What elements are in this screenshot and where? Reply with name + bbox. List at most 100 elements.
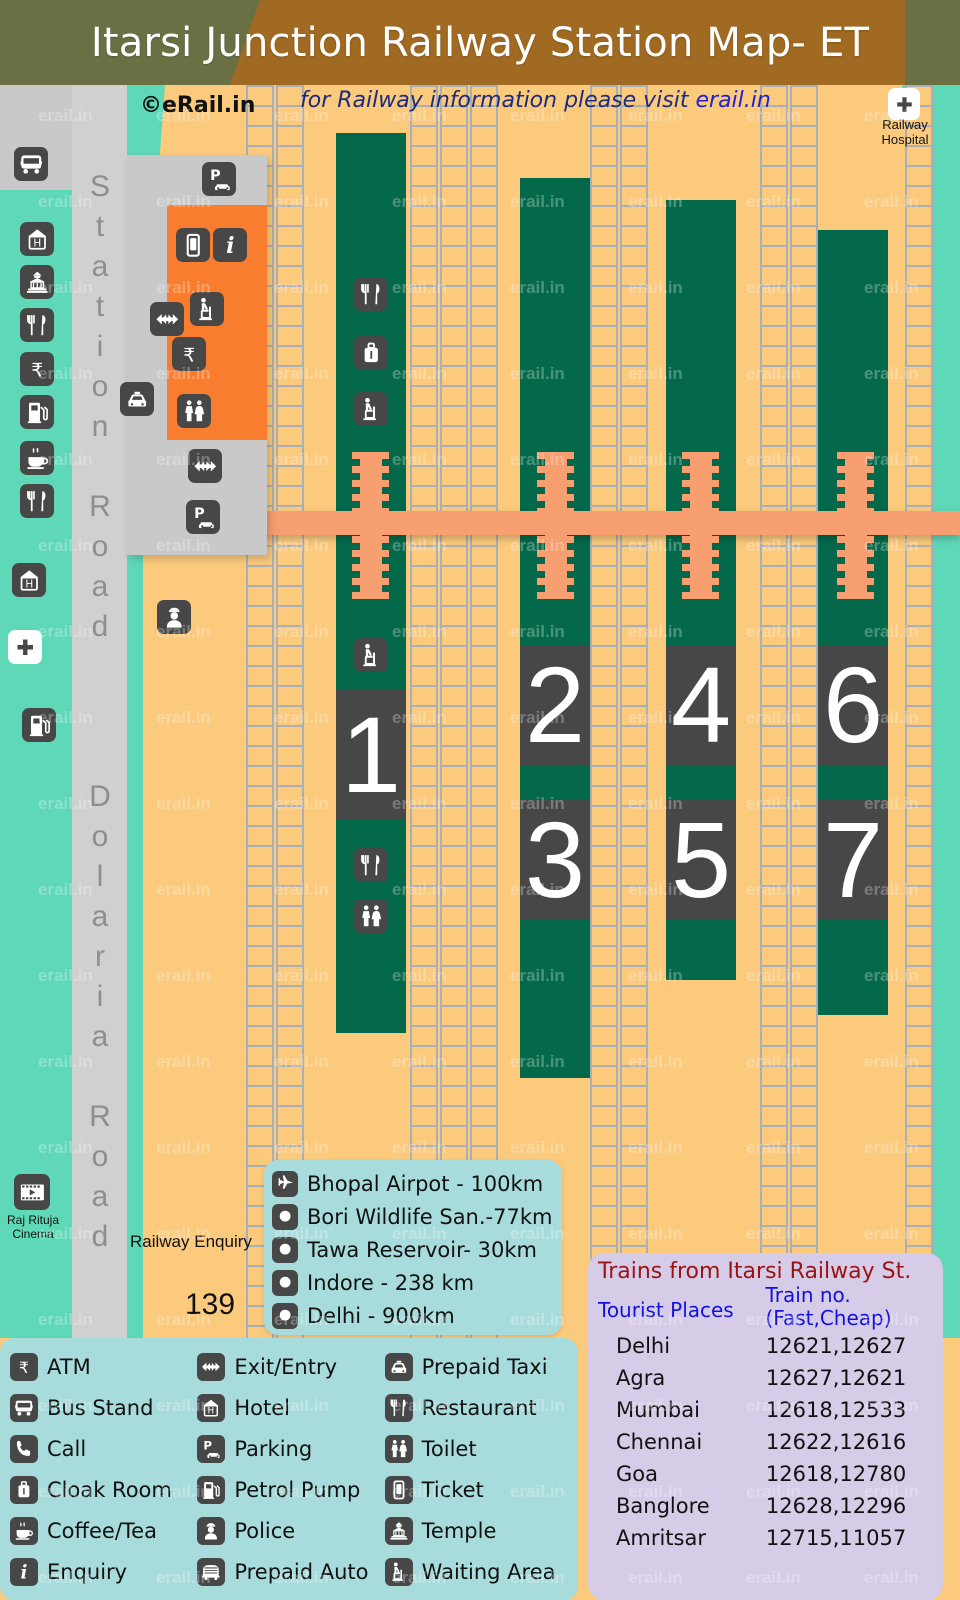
waiting-icon	[354, 392, 388, 426]
legend-label: Exit/Entry	[234, 1354, 338, 1379]
atm-icon: ₹	[20, 352, 54, 386]
fob-stairs	[352, 452, 389, 514]
legend-item: Toilet	[384, 1428, 572, 1469]
train-numbers: 12618,12780	[765, 1462, 907, 1486]
visit-prefix: for Railway information please visit	[300, 88, 696, 113]
legend-label: Call	[47, 1436, 87, 1461]
waiting-icon	[384, 1557, 413, 1586]
fob-stairs	[682, 452, 719, 514]
restaurant-icon	[20, 308, 54, 342]
info-icon: i	[213, 228, 247, 262]
road-label-dolaria-road: Dolaria Road	[83, 780, 117, 1260]
fob-stairs	[837, 452, 874, 514]
exit-entry-icon	[188, 449, 222, 483]
train-numbers: 12618,12533	[765, 1398, 907, 1422]
restaurant-icon	[354, 848, 388, 882]
legend-item: Coffee/Tea	[10, 1510, 197, 1551]
legend-label: Prepaid Taxi	[421, 1354, 548, 1379]
svg-text:₹: ₹	[31, 360, 43, 381]
legend-label: Waiting Area	[421, 1559, 556, 1584]
cinema-label: Raj Rituja Cinema	[0, 1213, 66, 1242]
legend-column: Exit/Entry H Hotel P Parking Petrol Pump Polic…	[197, 1346, 384, 1600]
auto-icon	[197, 1557, 226, 1586]
trains-panel: Trains from Itarsi Railway St. Tourist P…	[588, 1253, 943, 1600]
cloakroom-icon	[354, 336, 388, 370]
map-legend: ₹ ATM Bus Stand Call Cloak Room Coffee/Tea i En…	[0, 1338, 578, 1600]
legend-item: Exit/Entry	[197, 1346, 384, 1387]
distance-label: Tawa Reservoir- 30km	[307, 1237, 537, 1262]
train-destination: Delhi	[616, 1334, 671, 1358]
train-row: Chennai 12622,12616	[598, 1426, 933, 1458]
parking-icon: P	[197, 1434, 226, 1463]
toilet-icon	[384, 1434, 413, 1463]
copyright-text: ©eRail.in	[140, 93, 256, 118]
legend-item: Prepaid Taxi	[384, 1346, 572, 1387]
platform-number-4: 4	[666, 645, 736, 765]
railway-track	[905, 85, 933, 1338]
legend-label: Hotel	[234, 1395, 290, 1420]
train-row: Mumbai 12618,12533	[598, 1394, 933, 1426]
legend-column: ₹ ATM Bus Stand Call Cloak Room Coffee/Tea i En…	[10, 1346, 197, 1600]
cinema-label-line: Raj Rituja	[6, 1213, 60, 1227]
platform-number-6: 6	[818, 645, 888, 765]
legend-item: ₹ ATM	[10, 1346, 197, 1387]
railway-track	[410, 85, 438, 1338]
legend-label: Parking	[234, 1436, 313, 1461]
legend-column: Prepaid Taxi Restaurant Toilet Ticket Temple…	[384, 1346, 572, 1600]
exit-entry-icon	[150, 302, 184, 336]
ticket-icon	[384, 1475, 413, 1504]
legend-label: Bus Stand	[47, 1395, 154, 1420]
hospital-icon	[8, 630, 42, 664]
nearby-distances-panel: Bhopal Airpot - 100km Bori Wildlife San.-…	[264, 1160, 562, 1335]
atm-icon: ₹	[10, 1352, 38, 1381]
distance-label: Bori Wildlife San.-77km	[307, 1204, 553, 1229]
hospital-icon	[888, 88, 920, 120]
toilet-icon	[354, 899, 388, 933]
waiting-icon	[190, 292, 224, 326]
page-title: Itarsi Junction Railway Station Map- ET	[90, 19, 870, 66]
ticket-icon	[176, 228, 210, 262]
train-row: Goa 12618,12780	[598, 1458, 933, 1490]
hotel-icon: H	[20, 222, 54, 256]
platform-number-2: 2	[520, 645, 590, 765]
distance-label: Indore - 238 km	[307, 1270, 475, 1295]
dot-icon	[272, 1302, 298, 1329]
train-destination: Mumbai	[616, 1398, 700, 1422]
police-icon	[157, 600, 191, 634]
legend-label: Coffee/Tea	[47, 1518, 157, 1543]
platform-number-5: 5	[666, 800, 736, 920]
cinema-icon	[14, 1174, 50, 1210]
visit-site-link[interactable]: erail.in	[695, 88, 770, 113]
dot-icon	[272, 1269, 298, 1296]
legend-item: Petrol Pump	[197, 1469, 384, 1510]
legend-item: Waiting Area	[384, 1551, 572, 1592]
legend-label: Restaurant	[421, 1395, 537, 1420]
legend-item: P Parking	[197, 1428, 384, 1469]
station-map: 12 34 56 7 H ₹ H Pi ₹ P Station Road Dolaria Roa…	[0, 0, 960, 1600]
distance-row: Tawa Reservoir- 30km	[272, 1233, 554, 1266]
legend-label: Toilet	[421, 1436, 477, 1461]
map-header: Itarsi Junction Railway Station Map- ET	[0, 0, 960, 85]
taxi-icon	[384, 1352, 413, 1381]
railway-track	[760, 85, 788, 1338]
distance-row: Indore - 238 km	[272, 1266, 554, 1299]
hotel-icon: H	[12, 563, 46, 597]
taxi-icon	[120, 382, 154, 416]
petrol-icon	[20, 395, 54, 429]
train-destination: Agra	[616, 1366, 666, 1390]
railway-track	[276, 85, 304, 1338]
hotel-icon: H	[197, 1393, 226, 1422]
trains-col1-header: Tourist Places	[598, 1298, 734, 1322]
svg-text:H: H	[33, 237, 41, 249]
hospital-label-line: Hospital	[881, 131, 929, 147]
legend-label: Enquiry	[47, 1559, 128, 1584]
railway-track	[470, 85, 498, 1338]
train-destination: Banglore	[616, 1494, 710, 1518]
trains-col2-header-line1: Train no.	[765, 1283, 851, 1307]
distance-row: Bori Wildlife San.-77km	[272, 1200, 554, 1233]
petrol-icon	[197, 1475, 226, 1504]
trains-table-header: Tourist Places Train no. (Fast,Cheap)	[598, 1284, 933, 1330]
train-row: Banglore 12628,12296	[598, 1490, 933, 1522]
dot-icon	[272, 1236, 298, 1263]
railway-track	[590, 85, 618, 1338]
